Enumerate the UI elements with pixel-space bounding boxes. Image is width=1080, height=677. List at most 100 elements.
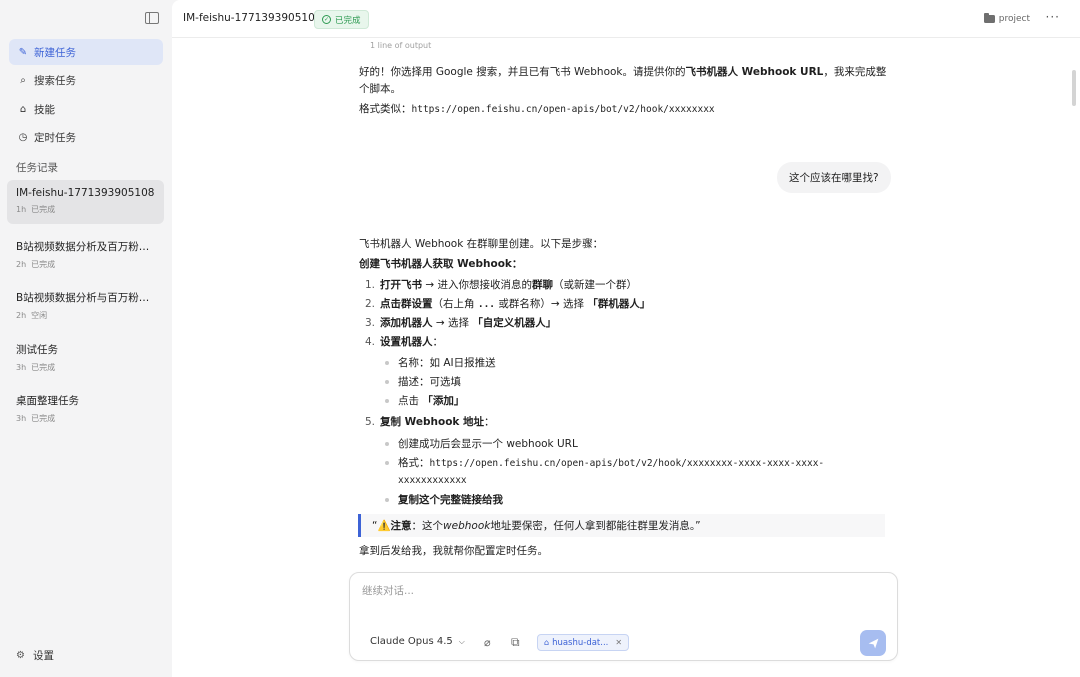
project-button[interactable]: project [983, 13, 1030, 24]
task-history-label: 任务记录 [16, 162, 58, 174]
step-bold: ... [477, 299, 496, 310]
main-panel: IM-feishu-1771393905108 ✓ 已完成 project ··… [172, 0, 1080, 677]
sidebar-toggle-icon[interactable] [145, 12, 159, 24]
task-item[interactable]: B站视频数据分析与百万粉丝博主 2h 空闲 [7, 283, 164, 327]
chevron-down-icon: ⌵ [458, 636, 465, 646]
nav-label: 搜索任务 [34, 74, 76, 87]
task-time: 2h [16, 311, 27, 320]
close-icon[interactable]: ✕ [615, 638, 622, 647]
answer-intro: 飞书机器人 Webhook 在群聊里创建。以下是步骤： [359, 238, 604, 250]
attach-icon[interactable]: ⌀ [484, 636, 491, 649]
chip-label: huashu-dat... [552, 637, 609, 648]
step-number: 4. [365, 336, 376, 348]
bullet [385, 380, 389, 384]
skill-icon: ⌂ [19, 103, 27, 115]
app-window: ✎ 新建任务 ⌕ 搜索任务 ⌂ 技能 ◷ 定时任务 任务记录 IM-feishu… [0, 0, 1080, 677]
step-number: 1. [365, 279, 376, 291]
sub-item: 创建成功后会显示一个 webhook URL [398, 438, 578, 450]
task-title: 桌面整理任务 [16, 395, 79, 407]
sub-item: 点击 「添加」 [398, 393, 464, 410]
scrollbar[interactable] [1072, 70, 1076, 106]
step-number: 2. [365, 298, 376, 310]
task-status: 已完成 [31, 414, 56, 423]
warning-icon: ⚠️ [377, 520, 391, 532]
folder-icon [983, 13, 995, 23]
heading-text: 创建飞书机器人获取 Webhook： [359, 258, 523, 270]
step-text: （右上角 [432, 298, 478, 310]
skill-chip[interactable]: ⌂ huashu-dat... ✕ [537, 634, 630, 651]
msg-bold: 飞书机器人 Webhook URL [685, 66, 824, 78]
msg-text: ，我来完成整 [823, 66, 887, 78]
sub-bold: 「添加」 [422, 395, 465, 407]
task-status: 已完成 [31, 260, 56, 269]
step-text: → 进入你想接收消息的 [422, 279, 532, 291]
skill-icon: ⌂ [544, 638, 550, 647]
task-time: 1h [16, 205, 27, 214]
more-button[interactable]: ··· [1046, 10, 1060, 24]
nav-label: 定时任务 [34, 131, 76, 144]
step-5: 复制 Webhook 地址： [380, 414, 495, 431]
settings-button[interactable]: ⚙ 设置 [16, 648, 54, 663]
nav-scheduled-task[interactable]: ◷ 定时任务 [9, 124, 163, 150]
send-button[interactable] [860, 630, 886, 656]
format-prefix: 格式类似： [359, 103, 412, 115]
sub-item: 名称：如 AI日报推送 [398, 357, 496, 369]
bullet [385, 461, 389, 465]
task-time: 3h [16, 414, 27, 423]
nav-search-task[interactable]: ⌕ 搜索任务 [9, 67, 163, 93]
task-item[interactable]: IM-feishu-1771393905108 1h 已完成 [7, 180, 164, 224]
plugin-icon[interactable]: ⧉ [511, 635, 520, 650]
step-number: 3. [365, 317, 376, 329]
sub-text: 格式： [398, 457, 430, 469]
task-item[interactable]: 测试任务 3h 已完成 [7, 335, 164, 379]
bullet [385, 442, 389, 446]
step-number: 5. [365, 416, 376, 428]
header-bar: IM-feishu-1771393905108 ✓ 已完成 project ··… [172, 0, 1080, 38]
nav-label: 技能 [34, 103, 55, 116]
msg-text: 个脚本。 [359, 83, 401, 95]
page-title: IM-feishu-1771393905108 [183, 12, 322, 24]
task-item[interactable]: 桌面整理任务 3h 已完成 [7, 386, 164, 430]
step-bold: 添加机器人 [380, 317, 433, 329]
step-bold: 打开飞书 [380, 279, 422, 291]
project-label: project [998, 14, 1030, 24]
task-title: B站视频数据分析与百万粉丝博主 [16, 292, 156, 304]
quote-text: ：这个 [411, 520, 444, 532]
bullet [385, 399, 389, 403]
step-bold: 「群机器人」 [587, 298, 651, 310]
task-item[interactable]: B站视频数据分析及百万粉增长 2h 已完成 [7, 232, 164, 276]
task-status: 已完成 [31, 205, 56, 214]
task-time: 2h [16, 260, 27, 269]
nav-new-task[interactable]: ✎ 新建任务 [9, 39, 163, 65]
message-composer[interactable]: 继续对话... Claude Opus 4.5 ⌵ ⌀ ⧉ ⌂ huashu-d… [349, 572, 898, 661]
task-title: IM-feishu-1771393905108 [16, 187, 155, 199]
closing-text: 拿到后发给我，我就帮你配置定时任务。 [359, 545, 548, 557]
step-bold: 群聊 [531, 279, 553, 291]
task-status: 空闲 [31, 311, 48, 320]
user-message-bubble: 这个应该在哪里找? [777, 162, 891, 193]
step-bold: 设置机器人 [380, 336, 433, 348]
sub-text: 点击 [398, 395, 423, 407]
sub-bold: 复制这个完整链接给我 [398, 494, 503, 506]
warning-quote: “⚠️ 注意 ：这个 webhook 地址要保密，任何人拿到都能往群里发消息。” [358, 514, 885, 537]
step-bold: 复制 Webhook 地址 [380, 416, 485, 428]
step-text: ： [432, 336, 444, 348]
answer-heading: 创建飞书机器人获取 Webhook： [359, 256, 522, 273]
step-text: ： [484, 416, 495, 428]
nav-skills[interactable]: ⌂ 技能 [9, 96, 163, 122]
model-selector[interactable]: Claude Opus 4.5 ⌵ [370, 636, 465, 647]
step-4: 设置机器人： [380, 334, 443, 351]
task-status: 已完成 [31, 363, 56, 372]
assistant-message-1: 好的！你选择用 Google 搜索，并且已有飞书 Webhook。请提供你的飞书… [359, 64, 889, 98]
composer-input[interactable]: 继续对话... [362, 583, 414, 598]
sliders-icon: ⚙ [16, 650, 25, 661]
bullet [385, 498, 389, 502]
step-1: 打开飞书 → 进入你想接收消息的群聊（或新建一个群） [380, 277, 637, 294]
edit-icon: ✎ [18, 46, 28, 58]
search-icon: ⌕ [20, 74, 26, 86]
step-bold: 点击群设置 [380, 298, 433, 310]
send-icon [868, 638, 878, 648]
sidebar: ✎ 新建任务 ⌕ 搜索任务 ⌂ 技能 ◷ 定时任务 任务记录 IM-feishu… [0, 0, 172, 677]
format-url: https://open.feishu.cn/open-apis/bot/v2/… [411, 104, 715, 115]
status-text: 已完成 [335, 15, 361, 26]
